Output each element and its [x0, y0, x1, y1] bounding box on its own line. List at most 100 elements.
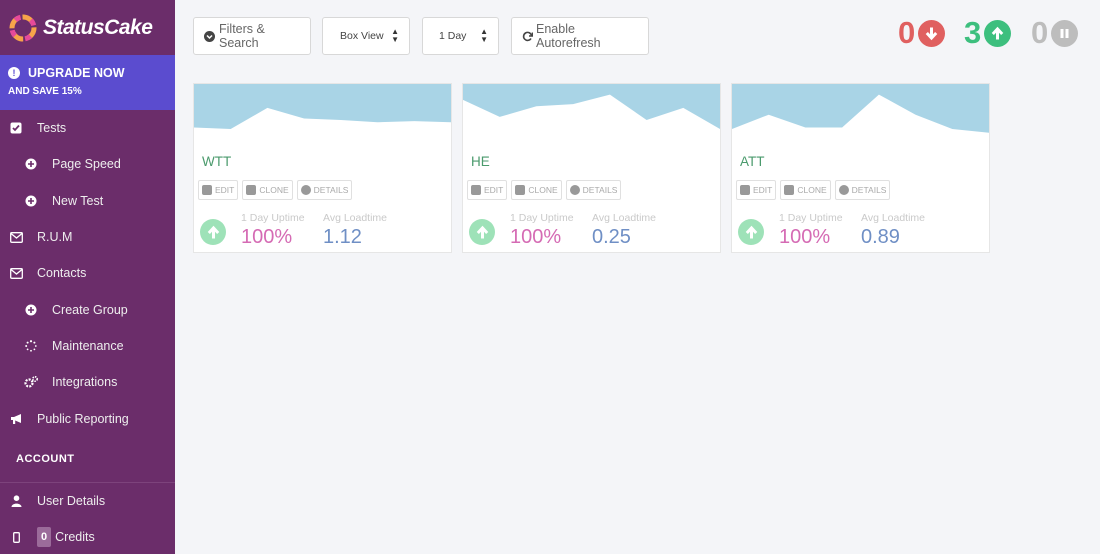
- details-button[interactable]: DETAILS: [834, 180, 891, 200]
- logo-icon: [9, 14, 37, 41]
- nav-item-contacts[interactable]: Contacts: [0, 255, 175, 291]
- sort-caret-icon: ▲ ▼: [391, 27, 399, 44]
- details-button[interactable]: DETAILS: [565, 180, 622, 200]
- uptime-sparkline: [732, 84, 989, 133]
- test-name[interactable]: HE: [471, 154, 490, 169]
- nav-item-public-reporting[interactable]: Public Reporting: [0, 400, 175, 436]
- nav-label-new-test: New Test: [52, 193, 104, 208]
- uptime-sparkline: [194, 84, 451, 129]
- test-card: HE EDIT CLONE DETAILS 1 Day Uptime Avg L…: [462, 83, 721, 253]
- sparkline-area: [732, 84, 989, 133]
- edit-label: EDIT: [484, 185, 504, 195]
- uptime-value: 100%: [241, 226, 293, 248]
- autorefresh-label: Enable Autorefresh: [536, 22, 601, 50]
- loadtime-value: 1.12: [323, 226, 362, 248]
- upgrade-subtitle: AND SAVE 15%: [8, 86, 82, 97]
- cogs-icon: [23, 376, 39, 388]
- nav-label-page-speed: Page Speed: [52, 157, 121, 172]
- down-counter[interactable]: 0: [898, 15, 946, 51]
- pencil-icon: [202, 185, 212, 195]
- nav-item-user-details[interactable]: User Details: [0, 483, 175, 519]
- nav-item-new-test[interactable]: New Test: [0, 183, 175, 219]
- info-icon: [300, 185, 311, 195]
- clone-button[interactable]: CLONE: [242, 180, 293, 200]
- copy-icon: [246, 185, 257, 195]
- mobile-icon: [8, 531, 24, 543]
- nav-label-integrations: Integrations: [52, 375, 118, 390]
- account-header: ACCOUNT: [0, 437, 175, 483]
- pencil-icon: [740, 185, 750, 195]
- sidebar: StatusCake ! UPGRADE NOW AND SAVE 15% Tes…: [0, 0, 175, 554]
- autorefresh-button[interactable]: Enable Autorefresh: [511, 17, 649, 55]
- uptime-label: 1 Day Uptime: [779, 212, 843, 224]
- nav-label-public-reporting: Public Reporting: [37, 411, 129, 426]
- nav-item-credits[interactable]: 0 Credits: [0, 519, 175, 554]
- bullhorn-icon: [8, 413, 24, 425]
- alert-icon: !: [8, 67, 20, 79]
- test-name[interactable]: WTT: [202, 154, 231, 169]
- uptime-sparkline: [463, 84, 720, 129]
- plus-circle-icon: [23, 158, 39, 170]
- details-label: DETAILS: [313, 185, 349, 195]
- pause-circle-icon: [1051, 19, 1079, 47]
- plus-circle-icon: [23, 195, 39, 207]
- nav-label-tests: Tests: [37, 121, 67, 136]
- test-card: WTT EDIT CLONE DETAILS 1 Day Uptime Avg …: [193, 83, 452, 253]
- refresh-icon: [522, 31, 533, 42]
- view-select[interactable]: Box View ▲ ▼: [322, 17, 410, 55]
- clone-label: CLONE: [528, 185, 558, 195]
- nav-label-create-group: Create Group: [52, 302, 128, 317]
- clone-button[interactable]: CLONE: [780, 180, 831, 200]
- uptime-label: 1 Day Uptime: [510, 212, 574, 224]
- arrow-up-circle-icon: [200, 219, 226, 245]
- arrow-down-circle-icon: [918, 19, 946, 47]
- nav-label-contacts: Contacts: [37, 266, 87, 281]
- test-card: ATT EDIT CLONE DETAILS 1 Day Uptime Avg …: [731, 83, 990, 253]
- logo[interactable]: StatusCake: [0, 0, 175, 55]
- arrow-up-circle-icon: [984, 19, 1012, 47]
- filters-search-button[interactable]: Filters & Search: [193, 17, 311, 55]
- period-select[interactable]: 1 Day ▲ ▼: [422, 17, 499, 55]
- arrow-up-circle-icon: [738, 219, 764, 245]
- uptime-value: 100%: [510, 226, 562, 248]
- loadtime-label: Avg Loadtime: [592, 212, 657, 224]
- test-name[interactable]: ATT: [740, 154, 765, 169]
- view-select-value: Box View: [340, 30, 384, 42]
- nav-item-rum[interactable]: R.U.M: [0, 219, 175, 255]
- nav-item-maintenance[interactable]: Maintenance: [0, 328, 175, 364]
- paused-counter[interactable]: 0: [1031, 15, 1079, 51]
- credits-badge: 0: [37, 527, 52, 548]
- envelope-icon: [8, 267, 24, 279]
- copy-icon: [515, 185, 526, 195]
- paused-count: 0: [1031, 15, 1049, 50]
- nav-item-page-speed[interactable]: Page Speed: [0, 146, 175, 182]
- upgrade-title: UPGRADE NOW: [28, 66, 125, 80]
- nav-item-integrations[interactable]: Integrations: [0, 364, 175, 400]
- nav-item-tests[interactable]: Tests: [0, 110, 175, 146]
- nav-label-rum: R.U.M: [37, 230, 73, 245]
- details-label: DETAILS: [851, 185, 887, 195]
- edit-label: EDIT: [215, 185, 235, 195]
- details-button[interactable]: DETAILS: [296, 180, 353, 200]
- period-select-value: 1 Day: [439, 30, 467, 42]
- user-icon: [8, 495, 24, 507]
- nav-item-create-group[interactable]: Create Group: [0, 291, 175, 327]
- loadtime-label: Avg Loadtime: [861, 212, 926, 224]
- info-icon: [569, 185, 580, 195]
- filters-search-label: Filters & Search: [219, 22, 265, 50]
- copy-icon: [784, 185, 795, 195]
- down-count: 0: [898, 15, 916, 50]
- uptime-value: 100%: [779, 226, 831, 248]
- up-counter[interactable]: 3: [964, 15, 1012, 51]
- edit-button[interactable]: EDIT: [198, 180, 239, 200]
- uptime-label: 1 Day Uptime: [241, 212, 305, 224]
- edit-button[interactable]: EDIT: [736, 180, 777, 200]
- clone-label: CLONE: [797, 185, 827, 195]
- upgrade-banner[interactable]: ! UPGRADE NOW AND SAVE 15%: [0, 55, 175, 110]
- up-count: 3: [964, 15, 982, 50]
- sort-caret-icon: ▲ ▼: [480, 27, 488, 44]
- details-label: DETAILS: [582, 185, 618, 195]
- edit-button[interactable]: EDIT: [467, 180, 508, 200]
- clone-button[interactable]: CLONE: [511, 180, 562, 200]
- edit-label: EDIT: [753, 185, 773, 195]
